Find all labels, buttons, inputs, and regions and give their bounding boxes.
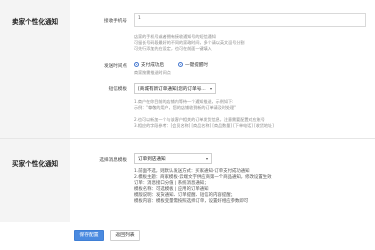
phone-value: 1 [138, 16, 141, 21]
radio-after-payment[interactable]: 支付成功后 [134, 62, 164, 68]
chevron-down-icon: ▾ [209, 86, 212, 91]
radio-dot-icon [178, 62, 183, 67]
message-template-select[interactable]: 订单到店通知 ▾ [134, 153, 212, 164]
sms-template-label: 短信模板 [108, 87, 127, 92]
template-line-6: 模板内容：模板变量需按照选择订单，设置好相应参数即可 [134, 199, 249, 204]
save-button[interactable]: 保存配置 [74, 230, 104, 241]
seller-section-title: 买家个性化通知 [12, 160, 59, 168]
radio-dot-icon [134, 62, 139, 67]
sms-line-5: 3.相应的字段参考：[会员名称] [商品名称] [商品数量] [下单电话] [收… [134, 123, 274, 128]
chevron-down-icon: ▾ [205, 156, 208, 161]
seller-section-content-bg [70, 139, 375, 222]
message-template-label: 选择消息模板 [99, 158, 127, 163]
sms-line-2: 示例："尊敬的用户，您的店铺收到新的订单请及时处理" [134, 105, 237, 110]
sms-template-select[interactable]: [商城有新订单通知]您的订单号... ▾ [134, 83, 216, 94]
back-to-list-button[interactable]: 返回列表 [110, 230, 140, 241]
sms-template-selected: [商城有新订单通知]您的订单号... [138, 87, 206, 92]
buyer-section-title: 卖家个性化通知 [12, 18, 59, 26]
radio-one-click-remind[interactable]: 一键提醒时 [178, 62, 208, 68]
phone-hint-3: 可先行添加先在设定，也可在前面一键填入 [134, 46, 212, 51]
message-template-selected: 订单到店通知 [138, 157, 166, 162]
phone-input[interactable]: 1 [134, 13, 366, 27]
send-time-hint: 商家按需推送时间点 [134, 70, 171, 75]
phone-label: 接收手机号 [104, 19, 127, 24]
send-time-label: 发送时间点 [104, 64, 127, 69]
